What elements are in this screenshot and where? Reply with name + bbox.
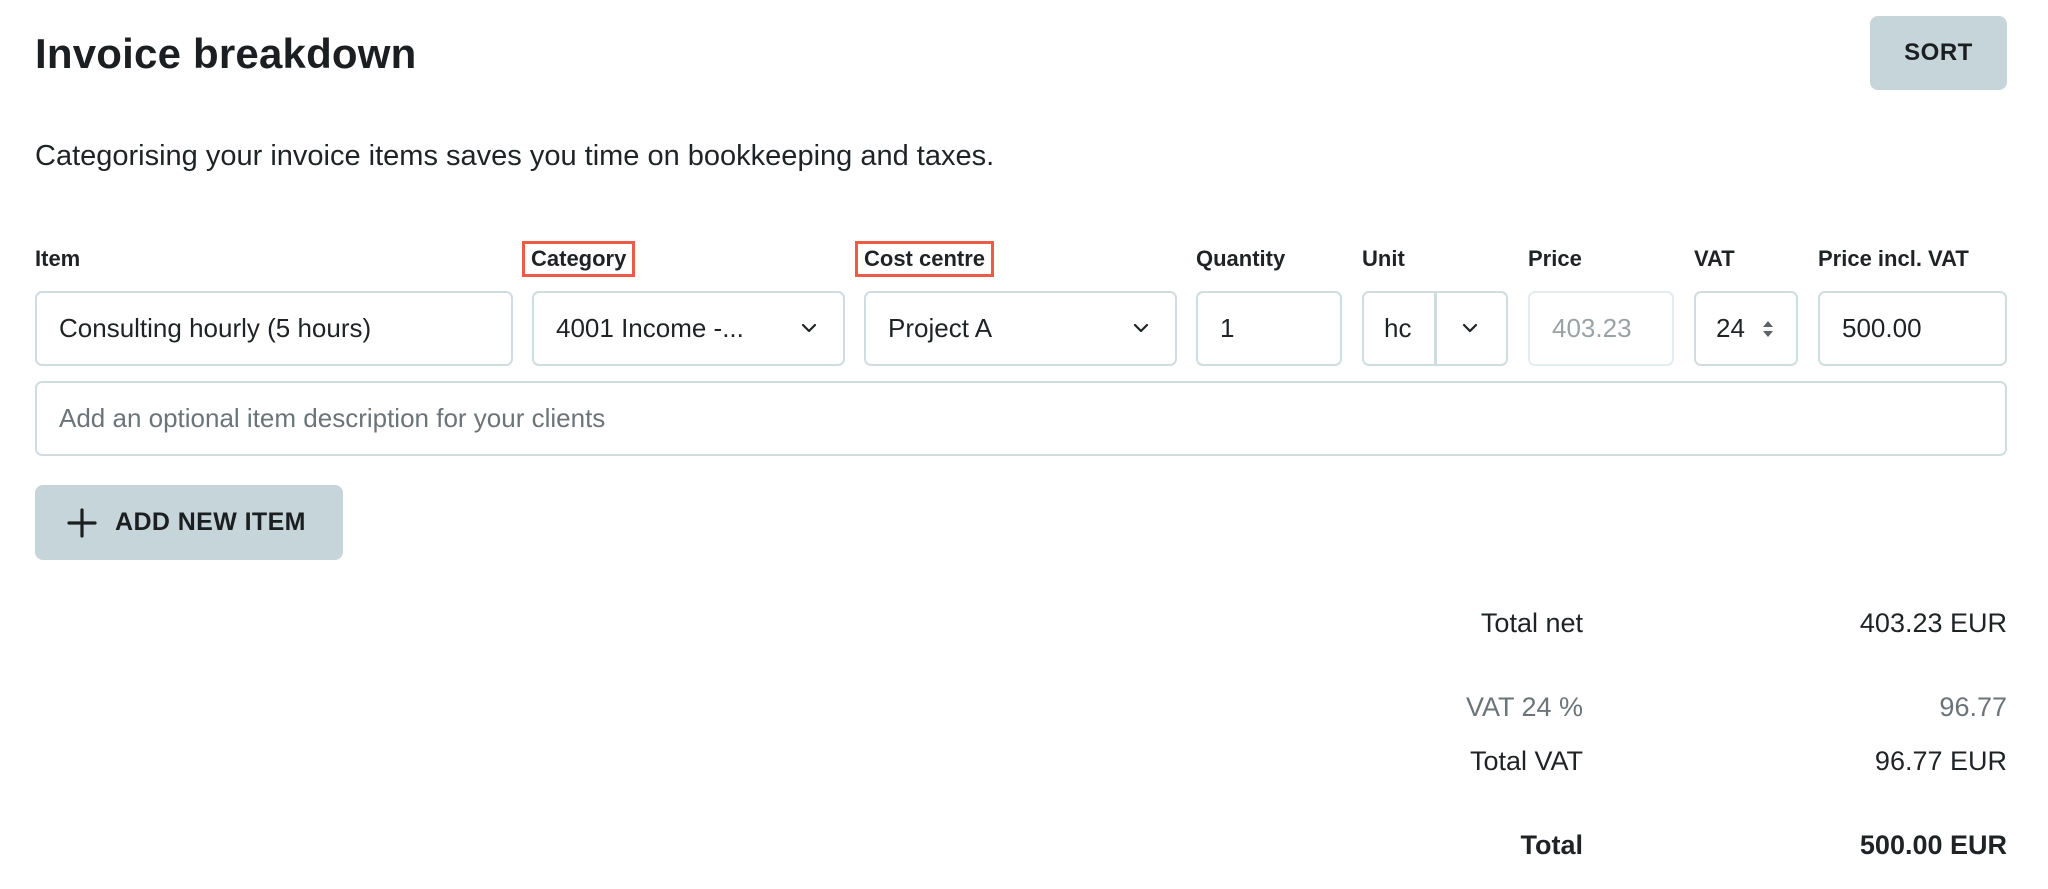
chevron-down-icon (1133, 323, 1149, 333)
chevron-down-icon (801, 323, 817, 333)
item-description-placeholder: Add an optional item description for you… (59, 403, 606, 433)
unit-select[interactable]: hc (1362, 291, 1508, 366)
total-label: Total (1520, 830, 1584, 860)
column-label-price: Price (1528, 246, 1582, 271)
item-name-input[interactable]: Consulting hourly (5 hours) (35, 291, 513, 366)
column-label-cost-centre: Cost centre (854, 241, 995, 277)
total-net-value: 403.23 EUR (1859, 608, 2007, 638)
total-net-label: Total net (1480, 608, 1583, 638)
unit-divider (1434, 293, 1437, 364)
category-value: 4001 Income -... (556, 313, 744, 343)
page-title: Invoice breakdown (35, 30, 417, 77)
total-value: 500.00 EUR (1859, 830, 2007, 860)
column-label-quantity: Quantity (1196, 246, 1286, 271)
price-incl-vat-value: 500.00 (1842, 313, 1922, 343)
vat-value: 24 (1716, 313, 1745, 343)
total-vat-value: 96.77 EUR (1874, 746, 2007, 776)
spinner-arrows-icon[interactable] (1762, 317, 1774, 341)
add-new-item-button[interactable]: ADD NEW ITEM (35, 485, 343, 560)
page-subtitle: Categorising your invoice items saves yo… (35, 140, 995, 172)
sort-button[interactable]: SORT (1870, 16, 2007, 90)
column-label-unit: Unit (1362, 246, 1405, 271)
item-name-value: Consulting hourly (5 hours) (59, 313, 372, 343)
price-incl-vat-input[interactable]: 500.00 (1818, 291, 2007, 366)
category-select[interactable]: 4001 Income -... (532, 291, 845, 366)
cost-centre-select[interactable]: Project A (864, 291, 1177, 366)
price-value: 403.23 (1552, 313, 1632, 343)
vat-stepper[interactable]: 24 (1694, 291, 1798, 366)
add-new-item-label: ADD NEW ITEM (115, 508, 306, 536)
price-input: 403.23 (1528, 291, 1674, 366)
column-label-item: Item (35, 246, 81, 271)
vat-rate-label: VAT 24 % (1465, 692, 1583, 722)
column-label-price-incl-vat: Price incl. VAT (1818, 246, 1969, 271)
unit-value: hc (1384, 313, 1412, 343)
cost-centre-value: Project A (888, 313, 993, 343)
vat-rate-value: 96.77 (1939, 692, 2007, 722)
quantity-input[interactable]: 1 (1196, 291, 1342, 366)
column-label-category: Category (521, 241, 636, 277)
total-vat-label: Total VAT (1469, 746, 1583, 776)
quantity-value: 1 (1220, 313, 1235, 343)
chevron-down-icon[interactable] (1462, 320, 1478, 336)
item-description-input[interactable]: Add an optional item description for you… (35, 381, 2007, 456)
column-label-vat: VAT (1694, 246, 1735, 271)
plus-icon (67, 507, 97, 538)
